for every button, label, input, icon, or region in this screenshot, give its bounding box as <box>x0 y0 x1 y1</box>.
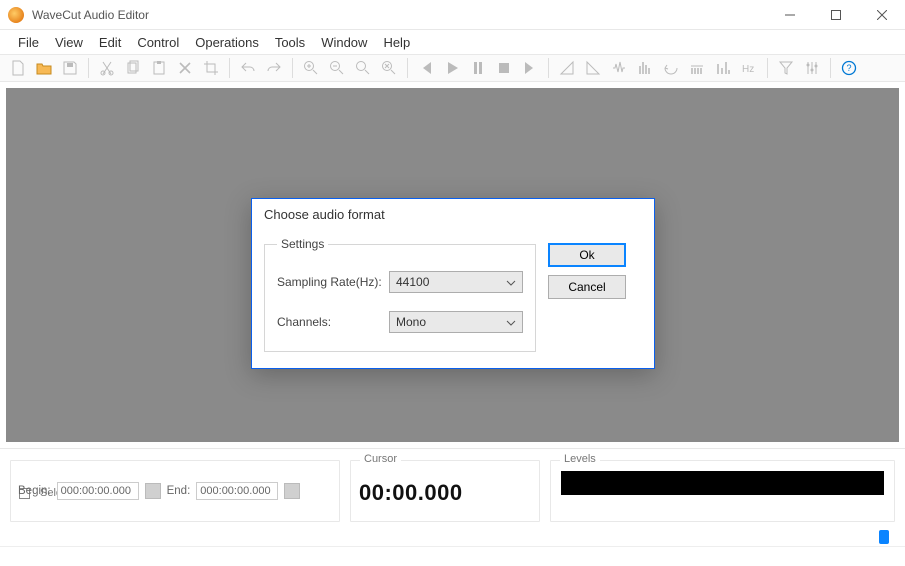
save-icon[interactable] <box>58 56 82 80</box>
cursor-time: 00:00.000 <box>359 480 463 506</box>
levels-panel: Levels <box>550 455 895 542</box>
settings-fieldset: Settings Sampling Rate(Hz): 44100 Channe… <box>264 237 536 352</box>
dialog-title: Choose audio format <box>252 199 654 229</box>
end-input[interactable] <box>196 482 278 500</box>
app-title: WaveCut Audio Editor <box>32 8 767 22</box>
toolbar-separator <box>830 58 831 78</box>
filter-icon[interactable] <box>774 56 798 80</box>
menu-edit[interactable]: Edit <box>91 33 129 52</box>
settings-legend: Settings <box>277 237 328 251</box>
ok-button[interactable]: Ok <box>548 243 626 267</box>
toolbar-separator <box>548 58 549 78</box>
zoom-out-icon[interactable] <box>325 56 349 80</box>
begin-label: Begin: <box>18 485 51 497</box>
selection-panel: Selection Begin: End: <box>10 455 340 542</box>
crop-icon[interactable] <box>199 56 223 80</box>
cancel-button[interactable]: Cancel <box>548 275 626 299</box>
statusbar: Selection Begin: End: Cursor 00:00.000 L… <box>0 448 905 546</box>
sampling-rate-label: Sampling Rate(Hz): <box>277 275 389 289</box>
levels-slider[interactable] <box>550 532 895 542</box>
fade-out-icon[interactable] <box>581 56 605 80</box>
undo-icon[interactable] <box>236 56 260 80</box>
toolbar-separator <box>767 58 768 78</box>
menubar: File View Edit Control Operations Tools … <box>0 30 905 54</box>
zoom-fit-icon[interactable] <box>377 56 401 80</box>
sampling-rate-value: 44100 <box>396 275 429 289</box>
chevron-down-icon <box>506 315 516 329</box>
menu-view[interactable]: View <box>47 33 91 52</box>
cursor-title: Cursor <box>360 453 401 465</box>
channels-label: Channels: <box>277 315 389 329</box>
zoom-selection-icon[interactable] <box>351 56 375 80</box>
status-footer <box>0 546 905 566</box>
toolbar-separator <box>229 58 230 78</box>
delete-icon[interactable] <box>173 56 197 80</box>
new-file-icon[interactable] <box>6 56 30 80</box>
chevron-down-icon <box>506 275 516 289</box>
sampling-rate-select[interactable]: 44100 <box>389 271 523 293</box>
menu-operations[interactable]: Operations <box>187 33 267 52</box>
window-controls <box>767 0 905 30</box>
levels-title: Levels <box>560 453 600 465</box>
normalize-icon[interactable] <box>633 56 657 80</box>
play-icon[interactable] <box>440 56 464 80</box>
fade-in-icon[interactable] <box>555 56 579 80</box>
stop-icon[interactable] <box>492 56 516 80</box>
menu-file[interactable]: File <box>10 33 47 52</box>
paste-icon[interactable] <box>147 56 171 80</box>
menu-tools[interactable]: Tools <box>267 33 313 52</box>
svg-text:Hz: Hz <box>742 64 754 75</box>
cursor-panel: Cursor 00:00.000 <box>350 455 540 542</box>
help-icon[interactable]: ? <box>837 56 861 80</box>
open-file-icon[interactable] <box>32 56 56 80</box>
end-label: End: <box>167 485 191 497</box>
channels-value: Mono <box>396 315 426 329</box>
toolbar: Hz ? <box>0 54 905 82</box>
toolbar-separator <box>407 58 408 78</box>
menu-window[interactable]: Window <box>313 33 375 52</box>
end-color-swatch[interactable] <box>284 483 300 499</box>
toolbar-separator <box>88 58 89 78</box>
slider-thumb-icon[interactable] <box>879 530 889 544</box>
cut-icon[interactable] <box>95 56 119 80</box>
frequency-icon[interactable]: Hz <box>737 56 761 80</box>
titlebar: WaveCut Audio Editor <box>0 0 905 30</box>
mixer-icon[interactable] <box>800 56 824 80</box>
equalizer-icon[interactable] <box>711 56 735 80</box>
begin-input[interactable] <box>57 482 139 500</box>
reverse-icon[interactable] <box>659 56 683 80</box>
choose-audio-format-dialog: Choose audio format Settings Sampling Ra… <box>251 198 655 369</box>
close-button[interactable] <box>859 0 905 30</box>
copy-icon[interactable] <box>121 56 145 80</box>
silence-icon[interactable] <box>685 56 709 80</box>
levels-meter <box>561 471 884 495</box>
pause-icon[interactable] <box>466 56 490 80</box>
redo-icon[interactable] <box>262 56 286 80</box>
menu-help[interactable]: Help <box>375 33 418 52</box>
maximize-button[interactable] <box>813 0 859 30</box>
menu-control[interactable]: Control <box>129 33 187 52</box>
channels-select[interactable]: Mono <box>389 311 523 333</box>
skip-end-icon[interactable] <box>518 56 542 80</box>
zoom-in-icon[interactable] <box>299 56 323 80</box>
toolbar-separator <box>292 58 293 78</box>
amplify-icon[interactable] <box>607 56 631 80</box>
begin-color-swatch[interactable] <box>145 483 161 499</box>
svg-text:?: ? <box>847 63 852 73</box>
skip-start-icon[interactable] <box>414 56 438 80</box>
minimize-button[interactable] <box>767 0 813 30</box>
app-logo-icon <box>8 7 24 23</box>
